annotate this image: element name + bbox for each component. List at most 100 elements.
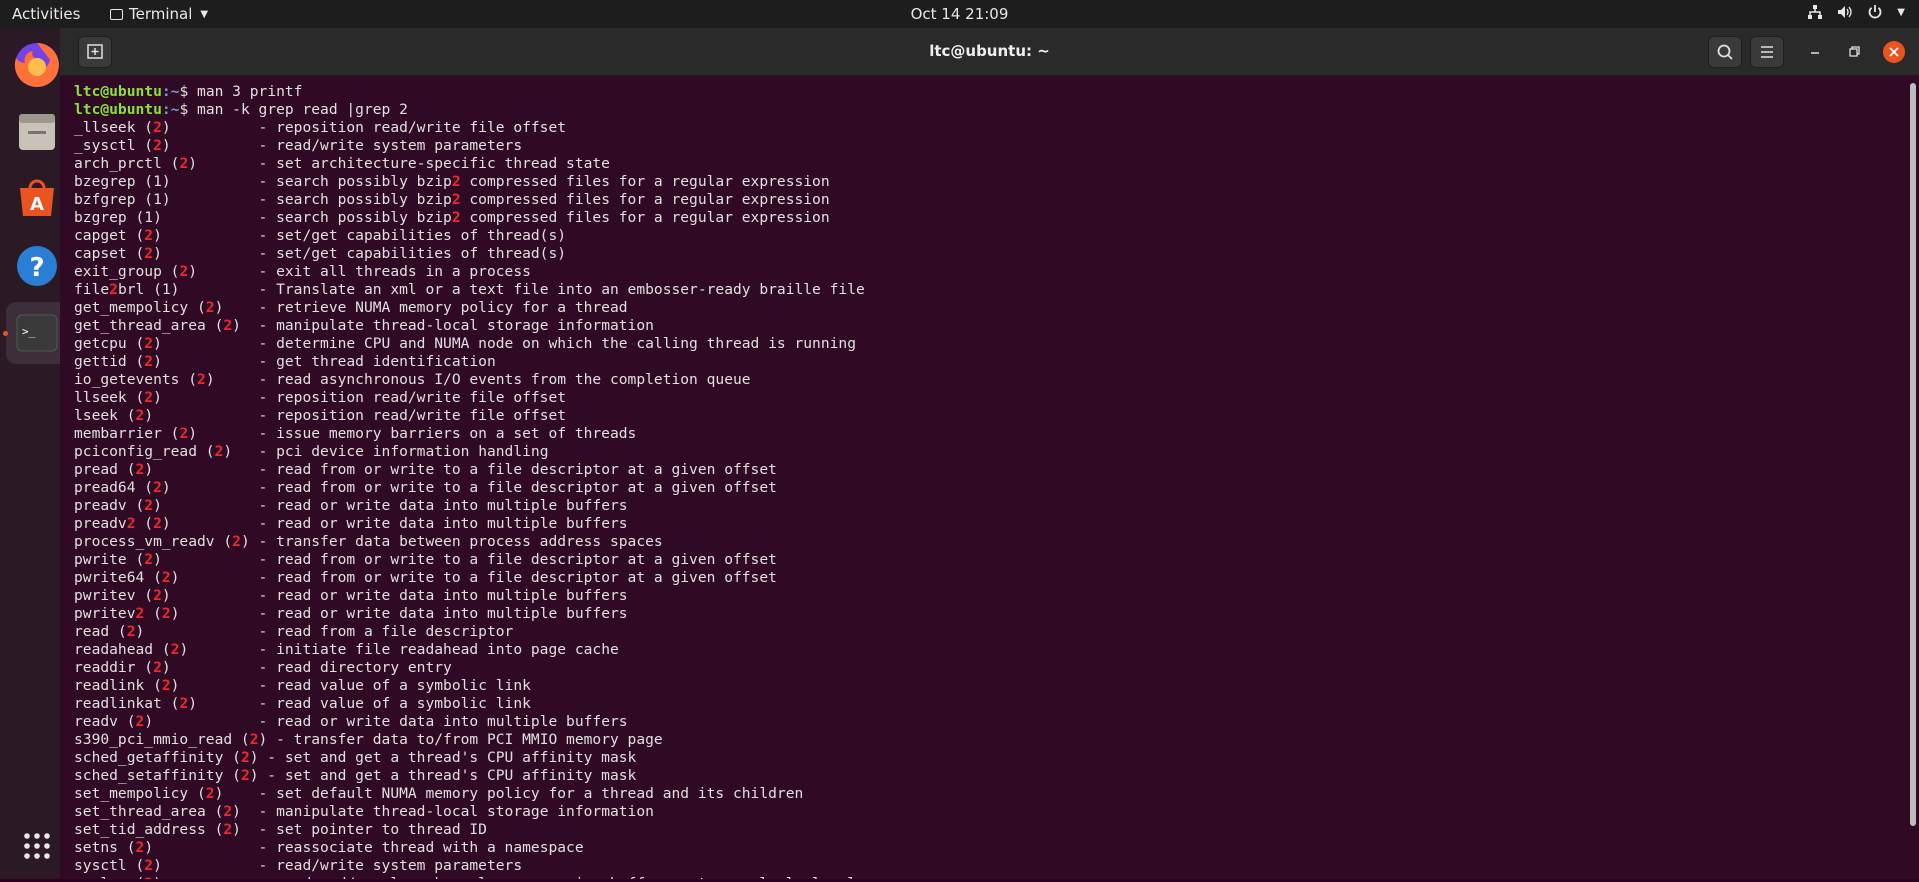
output-line: io_getevents (2) - read asynchronous I/O… — [74, 371, 751, 388]
dock-item-files[interactable] — [6, 101, 68, 163]
match-highlight: 2 — [214, 443, 224, 460]
output-line: pciconfig_read (2) - pci device informat… — [74, 443, 549, 460]
match-highlight: 2 — [240, 749, 250, 766]
search-icon — [1717, 44, 1733, 60]
output-line: llseek (2) - reposition read/write file … — [74, 389, 567, 406]
match-highlight: 2 — [153, 515, 162, 532]
chevron-down-icon[interactable]: ▼ — [1897, 7, 1905, 18]
match-highlight: 2 — [126, 515, 136, 532]
match-highlight: 2 — [109, 281, 118, 298]
prompt-symbol: $ — [179, 83, 198, 100]
dock-item-terminal[interactable]: >_ — [6, 302, 68, 364]
match-highlight: 2 — [179, 695, 189, 712]
match-highlight: 2 — [144, 551, 154, 568]
power-icon[interactable] — [1867, 4, 1883, 20]
app-menu[interactable]: Terminal ▼ — [110, 5, 208, 23]
system-tray[interactable]: ▼ — [1807, 4, 1905, 20]
output-line: capset (2) - set/get capabilities of thr… — [74, 245, 567, 262]
output-line: _sysctl (2) - read/write system paramete… — [74, 137, 523, 154]
match-highlight: 2 — [197, 371, 206, 388]
terminal-window: ltc@ubuntu: ~ ltc@ubuntu:~$ man 3 printf… — [60, 28, 1919, 879]
match-highlight: 2 — [153, 119, 162, 136]
match-highlight: 2 — [223, 821, 233, 838]
minimize-icon — [1811, 52, 1819, 54]
match-highlight: 2 — [144, 335, 154, 352]
apps-grid-icon — [24, 833, 50, 859]
match-highlight: 2 — [249, 731, 259, 748]
output-line: set_tid_address (2) - set pointer to thr… — [74, 821, 487, 838]
match-highlight: 2 — [451, 209, 461, 226]
match-highlight: 2 — [161, 605, 171, 622]
match-highlight: 2 — [170, 641, 180, 658]
match-highlight: 2 — [135, 461, 145, 478]
output-line: bzfgrep (1) - search possibly bzip2 comp… — [74, 191, 830, 208]
output-line: _llseek (2) - reposition read/write file… — [74, 119, 567, 136]
dock-item-firefox[interactable] — [6, 34, 68, 96]
output-line: readv (2) - read or write data into mult… — [74, 713, 628, 730]
match-highlight: 2 — [240, 767, 250, 784]
maximize-button[interactable] — [1843, 41, 1865, 63]
output-line: syslog (2) - read and/or clear kernel me… — [74, 875, 1894, 879]
window-title: ltc@ubuntu: ~ — [929, 42, 1050, 60]
match-highlight: 2 — [153, 137, 162, 154]
activities-button[interactable]: Activities — [12, 5, 80, 23]
match-highlight: 2 — [153, 587, 162, 604]
match-highlight: 2 — [161, 677, 171, 694]
output-line: get_mempolicy (2) - retrieve NUMA memory… — [74, 299, 628, 316]
match-highlight: 2 — [153, 659, 162, 676]
output-line: lseek (2) - reposition read/write file o… — [74, 407, 567, 424]
match-highlight: 2 — [144, 245, 154, 262]
output-line: bzgrep (1) - search possibly bzip2 compr… — [74, 209, 830, 226]
prompt-user: ltc@ubuntu — [74, 101, 162, 118]
show-applications-button[interactable] — [6, 816, 68, 878]
match-highlight: 2 — [144, 497, 154, 514]
output-line: pread (2) - read from or write to a file… — [74, 461, 777, 478]
volume-icon[interactable] — [1837, 4, 1853, 20]
match-highlight: 2 — [144, 227, 154, 244]
match-highlight: 2 — [135, 713, 145, 730]
match-highlight: 2 — [135, 407, 145, 424]
running-indicator — [3, 331, 8, 336]
match-highlight: 2 — [144, 353, 154, 370]
header-bar[interactable]: ltc@ubuntu: ~ — [60, 28, 1919, 76]
output-line: pwrite (2) - read from or write to a fil… — [74, 551, 777, 568]
prompt-user: ltc@ubuntu — [74, 83, 162, 100]
scrollbar[interactable] — [1910, 83, 1916, 826]
output-line: pwritev (2) - read or write data into mu… — [74, 587, 628, 604]
output-line: set_mempolicy (2) - set default NUMA mem… — [74, 785, 804, 802]
output-line: readahead (2) - initiate file readahead … — [74, 641, 619, 658]
prompt-path: :~ — [161, 101, 180, 118]
files-icon — [19, 114, 55, 150]
app-menu-label: Terminal — [129, 5, 193, 23]
match-highlight: 2 — [153, 479, 162, 496]
minimize-button[interactable] — [1804, 41, 1826, 63]
output-line: capget (2) - set/get capabilities of thr… — [74, 227, 567, 244]
search-button[interactable] — [1708, 36, 1742, 68]
network-icon[interactable] — [1807, 4, 1823, 20]
output-line: file2brl (1) - Translate an xml or a tex… — [74, 281, 865, 298]
output-line: readdir (2) - read directory entry — [74, 659, 452, 676]
prompt-line: ltc@ubuntu:~$ man 3 printf — [74, 83, 1894, 101]
output-line: setns (2) - reassociate thread with a na… — [74, 839, 584, 856]
svg-text:A: A — [30, 194, 44, 215]
output-line: getcpu (2) - determine CPU and NUMA node… — [74, 335, 856, 352]
command-text: man 3 printf — [197, 83, 303, 100]
dock-item-help[interactable]: ? — [6, 235, 68, 297]
match-highlight: 2 — [144, 857, 154, 874]
clock[interactable]: Oct 14 21:09 — [911, 5, 1009, 23]
menu-button[interactable] — [1750, 36, 1784, 68]
output-line: sched_setaffinity (2) - set and get a th… — [74, 767, 637, 784]
output-line: preadv2 (2) - read or write data into mu… — [74, 515, 628, 532]
svg-text:?: ? — [29, 253, 44, 283]
terminal-icon: >_ — [16, 314, 58, 352]
dock-item-app-center[interactable]: A — [6, 168, 68, 230]
close-button[interactable] — [1883, 41, 1905, 63]
match-highlight: 2 — [135, 839, 145, 856]
match-highlight: 2 — [232, 533, 241, 550]
help-icon: ? — [17, 246, 57, 286]
close-icon — [1889, 47, 1899, 57]
match-highlight: 2 — [223, 317, 233, 334]
output-line: set_thread_area (2) - manipulate thread-… — [74, 803, 654, 820]
terminal-output[interactable]: ltc@ubuntu:~$ man 3 printf ltc@ubuntu:~$ … — [74, 83, 1894, 879]
app-center-icon: A — [20, 179, 54, 216]
